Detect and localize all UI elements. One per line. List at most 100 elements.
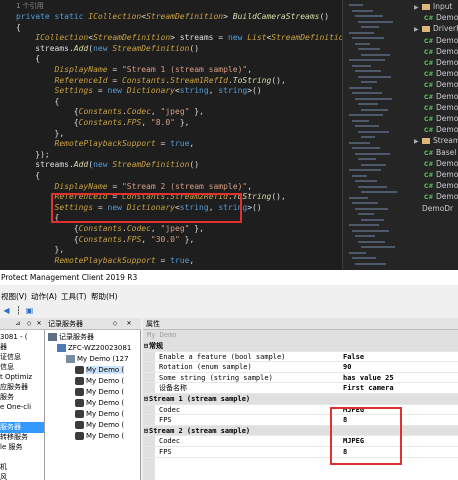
code-line[interactable]: streams.Add(new StreamDefinition() — [16, 160, 199, 171]
property-name: Stream 2 (stream sample) — [149, 426, 251, 435]
property-row[interactable]: Codec MJPEG — [143, 436, 458, 447]
collapse-icon[interactable]: ⊟ — [144, 341, 148, 352]
property-row[interactable]: Enable a feature (bool sample) False — [143, 352, 458, 363]
code-line[interactable]: RemotePlaybackSupport = true, — [16, 256, 195, 267]
tree-node[interactable]: My Demo (127 — [66, 354, 129, 365]
code-line[interactable]: streams.Add(new StreamDefinition() — [16, 44, 199, 55]
property-row[interactable]: FPS 8 — [143, 447, 458, 458]
tree-node[interactable]: 记录服务器 — [48, 332, 94, 343]
code-line[interactable]: ICollection<StreamDefinition> streams = … — [16, 33, 342, 44]
tree-node-label: My Demo ( — [86, 366, 125, 374]
property-category[interactable]: ⊟ 常规 — [143, 341, 458, 352]
nav-item[interactable]: 风 — [0, 472, 7, 480]
property-category[interactable]: ⊟ Stream 2 (stream sample) — [143, 425, 458, 437]
property-value[interactable]: has value 25 — [343, 373, 394, 384]
back-icon[interactable]: ◀ — [1, 305, 12, 316]
solution-item[interactable]: C# Demo — [416, 91, 458, 102]
minimap-line — [361, 136, 375, 138]
code-editor[interactable]: 1 个引用 private static ICollection<StreamD… — [0, 0, 342, 270]
minimap[interactable] — [342, 0, 402, 270]
solution-item[interactable]: C# Demo — [416, 68, 458, 79]
code-token: { — [16, 171, 41, 180]
minimap-line — [358, 158, 376, 160]
code-line[interactable]: {Constants.FPS, "8.0" }, — [16, 118, 190, 129]
solution-item[interactable]: C# Demo — [416, 35, 458, 46]
solution-item[interactable]: ▶ Input — [414, 1, 452, 12]
property-row[interactable]: Codec MJPEG — [143, 405, 458, 416]
code-line[interactable]: ReferenceId = Constants.Stream1RefId.ToS… — [16, 76, 286, 87]
solution-item[interactable]: C# Demo — [416, 57, 458, 68]
tree-node[interactable]: My Demo ( — [75, 365, 125, 376]
solution-item[interactable]: C# Demo — [416, 169, 458, 180]
property-category[interactable]: ⊟ Stream 1 (stream sample) — [143, 394, 458, 405]
menu-view[interactable]: 视图(V) — [1, 290, 27, 303]
code-line[interactable]: {Constants.Codec, "jpeg" }, — [16, 107, 204, 118]
code-line[interactable]: { — [16, 54, 40, 65]
solution-item[interactable]: C# Demo — [416, 102, 458, 113]
pin-icon-3[interactable]: ◇ — [111, 320, 119, 328]
solution-item[interactable]: C# Basel — [416, 147, 456, 158]
solution-item[interactable]: C# Demo — [416, 180, 458, 191]
tree-node[interactable]: My Demo ( — [75, 431, 124, 442]
props-header: 属性 — [143, 318, 458, 330]
property-value[interactable]: False — [343, 352, 364, 363]
code-token: }, — [189, 107, 204, 117]
property-value[interactable]: First camera — [343, 383, 394, 394]
property-row[interactable]: FPS 8 — [143, 415, 458, 426]
property-value[interactable]: 90 — [343, 362, 351, 373]
pin-icon[interactable]: ⊿ — [14, 320, 22, 328]
solution-item[interactable]: ▶StreamS — [414, 135, 458, 146]
code-token: >() — [247, 202, 262, 212]
menu-help[interactable]: 帮助(H) — [91, 290, 118, 303]
collapse-icon[interactable]: ⊟ — [144, 394, 148, 405]
code-line[interactable]: }, — [16, 129, 65, 140]
reference-count[interactable]: 1 个引用 — [16, 1, 44, 12]
code-line[interactable]: Settings = new Dictionary<string, string… — [16, 86, 262, 97]
tree-node[interactable]: My Demo ( — [75, 387, 124, 398]
code-line[interactable]: DisplayName = "Stream 1 (stream sample)"… — [16, 65, 253, 76]
solution-item[interactable]: C# Demo — [416, 158, 458, 169]
solution-item[interactable]: C# Demo — [416, 113, 458, 124]
hardware-icon — [66, 355, 75, 363]
property-row[interactable]: 设备名称 First camera — [143, 383, 458, 394]
code-line[interactable]: { — [16, 23, 21, 34]
code-line[interactable]: }, — [16, 245, 65, 256]
tree-node[interactable]: ZFC-WZ20023081 — [57, 343, 131, 354]
property-row[interactable]: Rotation (enum sample) 90 — [143, 362, 458, 373]
solution-item[interactable]: C# Demo — [416, 12, 458, 23]
code-line[interactable]: {Constants.Codec, "jpeg" }, — [16, 224, 204, 235]
code-line[interactable]: {Constants.FPS, "30.0" }, — [16, 235, 194, 246]
tree-node[interactable]: My Demo ( — [75, 398, 124, 409]
solution-item[interactable]: C# Demo — [416, 79, 458, 90]
code-token: Dictionary — [126, 86, 175, 96]
nav-item[interactable]: e One-cli — [0, 402, 31, 413]
tree-node[interactable]: My Demo ( — [75, 420, 124, 431]
solution-item[interactable]: C# Demo — [416, 124, 458, 135]
tree-node[interactable]: My Demo ( — [75, 409, 124, 420]
close-icon-2[interactable]: ✕ — [125, 320, 133, 328]
code-token: () — [189, 160, 200, 170]
tree-node[interactable]: My Demo ( — [75, 376, 124, 387]
solution-item[interactable]: DemoDr — [414, 203, 453, 214]
pin-icon-2[interactable]: ◇ — [25, 320, 33, 328]
collapse-icon[interactable]: ⊟ — [144, 426, 148, 437]
code-line[interactable]: private static ICollection<StreamDefinit… — [16, 12, 329, 23]
code-line[interactable]: }); — [16, 150, 49, 161]
code-token: StreamDefinition — [146, 12, 224, 21]
solution-item[interactable]: ▶DriverFa — [414, 23, 458, 34]
nav-item[interactable]: le 服务 — [0, 442, 22, 453]
code-line[interactable]: { — [16, 171, 40, 182]
property-row[interactable]: Some string (string sample) has value 25 — [143, 373, 458, 384]
solution-item[interactable]: C# Demo — [416, 46, 458, 57]
solution-item-label: Demo — [436, 46, 458, 56]
menu-action[interactable]: 动作(A) — [31, 290, 57, 303]
code-token: RemotePlaybackSupport — [54, 139, 156, 149]
menu-tools[interactable]: 工具(T) — [61, 290, 86, 303]
code-line[interactable]: RemotePlaybackSupport = true, — [16, 139, 195, 150]
code-line[interactable]: { — [16, 97, 60, 108]
solution-item[interactable]: C# Demo — [416, 191, 458, 202]
save-icon[interactable]: ▣ — [24, 305, 35, 316]
close-icon[interactable]: ✕ — [35, 320, 43, 328]
code-line[interactable]: DisplayName = "Stream 2 (stream sample)"… — [16, 182, 253, 193]
